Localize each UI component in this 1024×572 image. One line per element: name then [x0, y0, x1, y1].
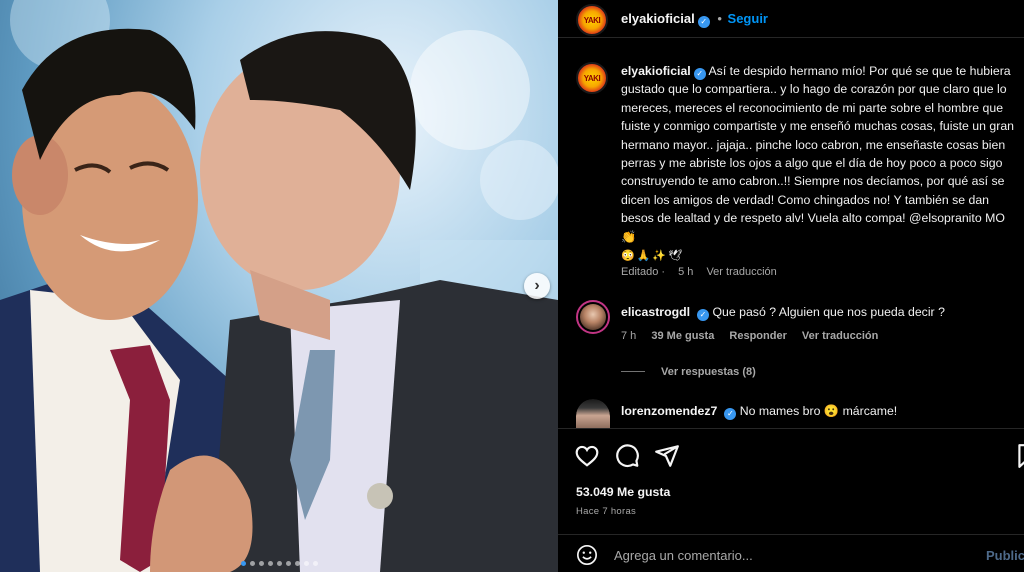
share-icon[interactable]: [654, 443, 680, 469]
edited-label: Editado · 5 h: [621, 266, 694, 278]
view-replies-link[interactable]: Ver respuestas (8): [621, 366, 756, 378]
header-user: elyakioficial ✓ • Seguir: [621, 11, 768, 28]
carousel-dots: [0, 561, 558, 566]
comment-text: lorenzomendez7 ✓ No mames bro 😮 márcame!: [621, 404, 897, 420]
replies-line: [621, 371, 645, 372]
post-header: YAKI elyakioficial ✓ • Seguir: [558, 0, 1024, 38]
posted-time: Hace 7 horas: [576, 506, 637, 517]
header-username[interactable]: elyakioficial: [621, 11, 695, 26]
comment-translate-link[interactable]: Ver traducción: [802, 330, 878, 342]
separator-dot: •: [717, 11, 722, 26]
carousel-dot: [240, 561, 246, 566]
comment-box: Publicar: [558, 534, 1024, 572]
carousel-dot: [267, 561, 273, 566]
heart-icon[interactable]: [574, 443, 600, 469]
verified-icon: ✓: [693, 68, 706, 81]
carousel-dot: [294, 561, 300, 566]
reply-button[interactable]: Responder: [729, 330, 786, 342]
comment-likes[interactable]: 39 Me gusta: [651, 330, 714, 342]
comment-username[interactable]: elicastrogdl: [621, 305, 690, 319]
carousel-dot: [303, 561, 309, 566]
comment-username[interactable]: lorenzomendez7: [621, 404, 717, 418]
comment-icon[interactable]: [614, 443, 640, 469]
actions-bar: 53.049 Me gusta Hace 7 horas: [558, 428, 1024, 528]
caption-emojis: 😳🙏✨🕊: [621, 250, 685, 263]
follow-button[interactable]: Seguir: [728, 11, 768, 26]
comment-text: elicastrogdl ✓ Que pasó ? Alguien que nos…: [621, 305, 945, 321]
publish-button[interactable]: Publicar: [986, 548, 1024, 563]
caption-body: Así te despido hermano mío! Por qué se q…: [621, 64, 1015, 244]
carousel-dot: [249, 561, 255, 566]
translate-link[interactable]: Ver traducción: [706, 266, 776, 278]
carousel-dot: [312, 561, 318, 566]
commenter-avatar[interactable]: [576, 300, 610, 334]
comment-input[interactable]: [614, 543, 934, 567]
verified-icon: ✓: [697, 308, 710, 321]
caption-username[interactable]: elyakioficial: [621, 64, 691, 78]
verified-icon: ✓: [724, 407, 737, 420]
verified-icon: ✓: [697, 15, 710, 28]
post-photo[interactable]: ›: [0, 0, 558, 572]
caption-text: elyakioficial ✓ Así te despido hermano mí…: [621, 62, 1021, 265]
commenter-avatar[interactable]: [576, 399, 610, 429]
photo-image: [0, 0, 558, 572]
caption-meta: Editado · 5 h Ver traducción: [621, 266, 777, 278]
comment-time: 7 h: [621, 330, 637, 342]
carousel-dot: [276, 561, 282, 566]
comment-meta: 7 h 39 Me gusta Responder Ver traducción: [621, 330, 890, 342]
comment-body: No mames bro 😮 márcame!: [739, 404, 898, 418]
carousel-dot: [258, 561, 264, 566]
profile-avatar[interactable]: YAKI: [576, 4, 608, 36]
post-panel: YAKI elyakioficial ✓ • Seguir YAKI elyaki…: [558, 0, 1024, 572]
caption-avatar[interactable]: YAKI: [576, 62, 608, 94]
emoji-icon[interactable]: [576, 544, 598, 566]
carousel-dot: [285, 561, 291, 566]
like-count[interactable]: 53.049 Me gusta: [576, 485, 670, 499]
carousel-next-button[interactable]: ›: [524, 273, 550, 299]
comment-body: Que pasó ? Alguien que nos pueda decir ?: [712, 305, 945, 319]
bookmark-icon[interactable]: [1014, 443, 1024, 469]
